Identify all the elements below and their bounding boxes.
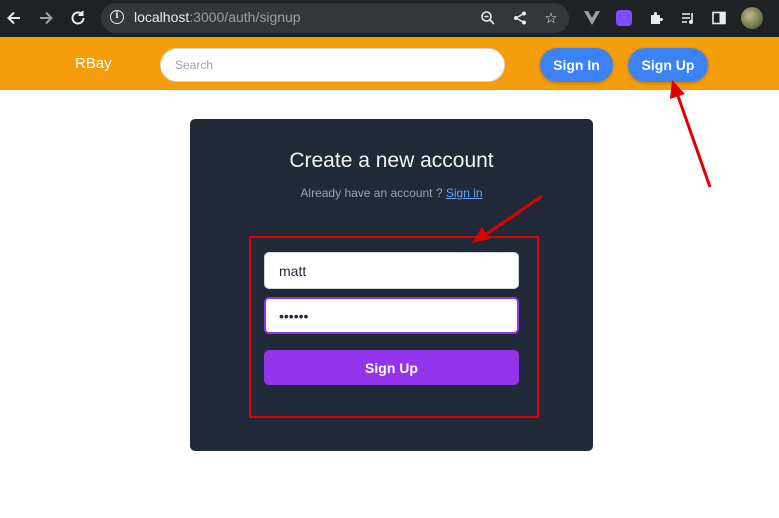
arrow-to-form bbox=[472, 194, 543, 243]
annotation-arrows bbox=[472, 80, 712, 243]
arrow-to-sign-up-button bbox=[670, 80, 712, 188]
